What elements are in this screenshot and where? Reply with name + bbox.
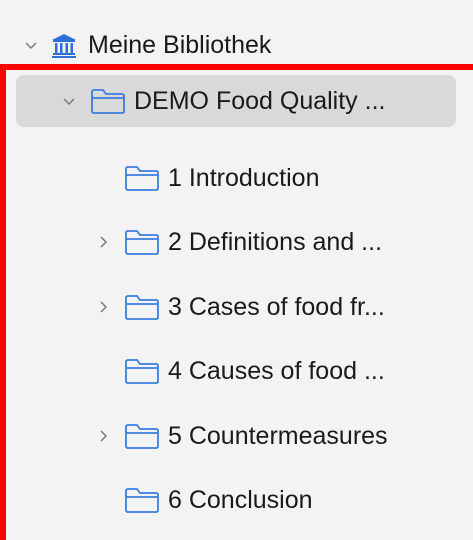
chevron-right-icon[interactable] — [94, 233, 112, 251]
tree-item-label: 4 Causes of food ... — [168, 356, 385, 385]
folder-icon — [124, 422, 160, 450]
chevron-right-icon[interactable] — [94, 427, 112, 445]
tree-item-subcollection[interactable]: 4 Causes of food ... — [94, 345, 385, 397]
folder-icon — [90, 87, 126, 115]
chevron-down-icon[interactable] — [60, 92, 78, 110]
folder-icon — [124, 357, 160, 385]
folder-icon — [124, 293, 160, 321]
tree-item-subcollection[interactable]: 2 Definitions and ... — [94, 216, 382, 268]
tree-item-label: DEMO Food Quality ... — [134, 86, 386, 115]
folder-icon — [124, 164, 160, 192]
tree-item-subcollection[interactable]: 1 Introduction — [94, 152, 320, 204]
tree-item-my-library[interactable]: Meine Bibliothek — [22, 20, 271, 70]
chevron-down-icon[interactable] — [22, 36, 40, 54]
tree-item-label: Meine Bibliothek — [88, 30, 272, 59]
tree-item-label: 1 Introduction — [168, 163, 320, 192]
library-icon — [50, 31, 78, 59]
tree-item-label: 2 Definitions and ... — [168, 227, 383, 256]
tree-item-subcollection[interactable]: 5 Countermeasures — [94, 410, 388, 462]
tree-item-subcollection[interactable]: 6 Conclusion — [94, 474, 313, 526]
tree-item-label: 3 Cases of food fr... — [168, 292, 385, 321]
collection-tree: Meine Bibliothek DEMO Food Quality ... 1… — [0, 0, 473, 540]
chevron-right-icon[interactable] — [94, 298, 112, 316]
tree-item-label: 6 Conclusion — [168, 485, 313, 514]
tree-item-label: 5 Countermeasures — [168, 421, 388, 450]
tree-item-subcollection[interactable]: 3 Cases of food fr... — [94, 281, 385, 333]
folder-icon — [124, 228, 160, 256]
folder-icon — [124, 486, 160, 514]
tree-item-demo-collection[interactable]: DEMO Food Quality ... — [60, 75, 385, 127]
